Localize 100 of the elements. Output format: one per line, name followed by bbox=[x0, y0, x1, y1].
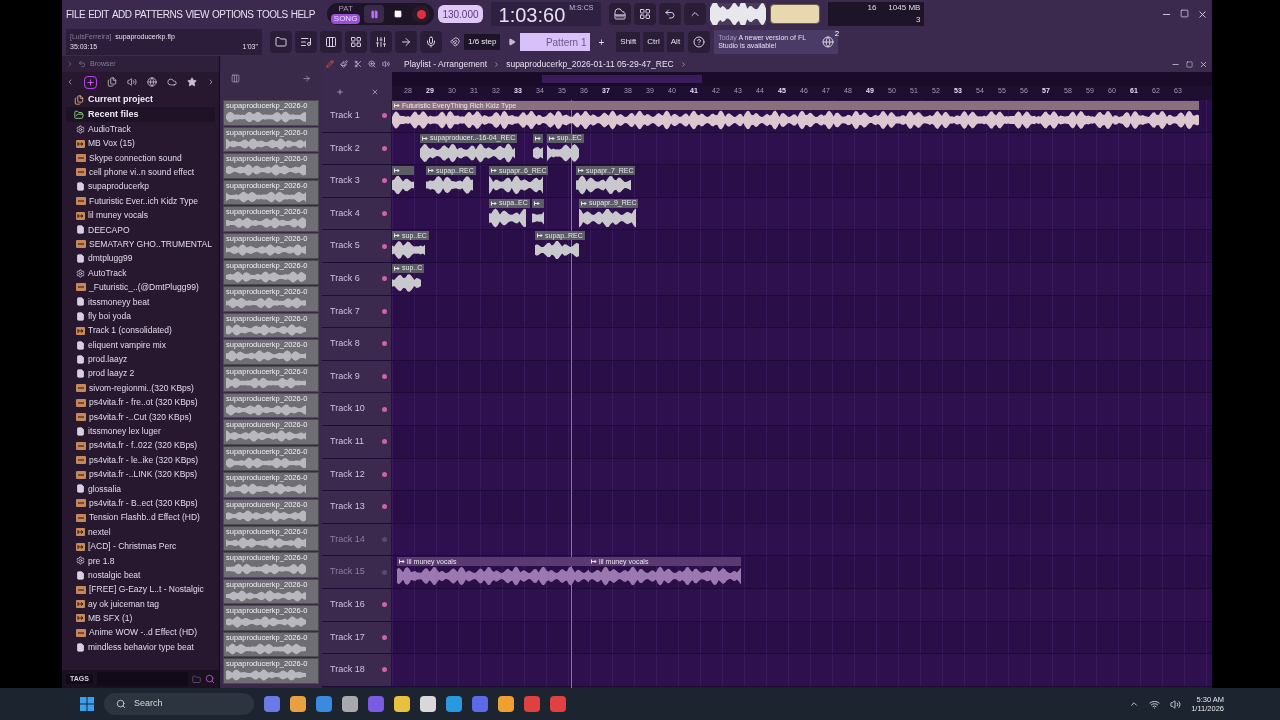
browser-item[interactable]: eliquent vampire mix bbox=[76, 337, 215, 353]
pattern-selector[interactable]: Pattern 1 bbox=[520, 33, 591, 51]
track-name[interactable]: Track 5 bbox=[330, 239, 360, 253]
menu-item[interactable]: HELP bbox=[290, 6, 315, 22]
mixer-icon[interactable] bbox=[370, 31, 392, 53]
browser-section[interactable]: Current project bbox=[66, 92, 215, 107]
browser-item[interactable]: [FREE] G-Eazy L..t - Nostalgic bbox=[76, 582, 215, 597]
volume-icon[interactable] bbox=[1170, 698, 1182, 710]
menu-item[interactable]: TOOLS bbox=[256, 6, 288, 22]
browser-item[interactable]: Anime WOW -..d Effect (HD) bbox=[76, 625, 215, 641]
scroll-right-icon[interactable] bbox=[207, 78, 215, 86]
track-mute-indicator[interactable] bbox=[382, 471, 387, 477]
modifier-key[interactable]: Shift bbox=[616, 32, 641, 52]
app-tile-icon[interactable] bbox=[342, 696, 358, 712]
menu-item[interactable]: FILE bbox=[66, 6, 86, 22]
browser-item[interactable]: Futuristic Ever..ich Kidz Type bbox=[76, 193, 215, 209]
folder-icon[interactable] bbox=[192, 674, 201, 684]
app-tile-icon[interactable] bbox=[472, 696, 488, 712]
browser-item[interactable]: lil muney vocals bbox=[76, 208, 215, 223]
restore-icon[interactable] bbox=[1180, 8, 1189, 18]
app-tile-icon[interactable] bbox=[446, 696, 462, 712]
browser-item[interactable]: MB SFX (1) bbox=[76, 611, 215, 626]
browser-item[interactable]: supaproducerkp bbox=[76, 179, 215, 194]
speaker-icon[interactable] bbox=[382, 60, 390, 68]
browser-item[interactable]: fly boi yoda bbox=[76, 309, 215, 324]
app-tile-icon[interactable] bbox=[264, 696, 280, 712]
browser-item[interactable]: cell phone vi..n sound effect bbox=[76, 165, 215, 180]
piano-keyboard-icon[interactable] bbox=[609, 3, 632, 25]
cloud-tab-icon[interactable] bbox=[167, 77, 177, 87]
files-tab-icon[interactable] bbox=[107, 77, 117, 87]
browser-item[interactable]: ps4vita.fr -..LINK (320 KBps) bbox=[76, 467, 215, 482]
taskbar-search-field[interactable]: Search bbox=[104, 693, 254, 715]
globe-tab-icon[interactable] bbox=[147, 77, 157, 87]
search-icon[interactable] bbox=[205, 674, 215, 684]
playlist-icon[interactable] bbox=[295, 31, 317, 53]
speaker-tab-icon[interactable] bbox=[127, 77, 137, 87]
plus-tab-icon[interactable] bbox=[84, 75, 97, 89]
browser-item[interactable]: Tension Flashb..d Effect (HD) bbox=[76, 510, 215, 525]
pause-button[interactable] bbox=[364, 5, 385, 23]
app-tile-icon[interactable] bbox=[524, 696, 540, 712]
track-name[interactable]: Track 2 bbox=[330, 141, 360, 156]
add-track-icon[interactable] bbox=[335, 88, 344, 96]
track-mute-indicator[interactable] bbox=[382, 276, 387, 282]
browser-item[interactable]: ps4vita.fr -..Cut (320 KBps) bbox=[76, 409, 215, 425]
track-mute-indicator[interactable] bbox=[382, 667, 387, 673]
back-icon[interactable] bbox=[78, 60, 86, 68]
add-pattern-button[interactable]: + bbox=[594, 34, 609, 50]
chevron-up-icon[interactable] bbox=[1129, 699, 1140, 709]
arrow-right-icon[interactable] bbox=[395, 31, 417, 53]
app-tile-icon[interactable] bbox=[498, 696, 514, 712]
track-name[interactable]: Track 8 bbox=[330, 337, 360, 351]
browser-item[interactable]: DEECAPO bbox=[76, 222, 215, 238]
track-mute-indicator[interactable] bbox=[382, 537, 387, 542]
pencil-icon[interactable] bbox=[326, 60, 334, 68]
maximize-icon[interactable] bbox=[1186, 60, 1193, 68]
app-tile-icon[interactable] bbox=[394, 696, 410, 712]
browser-item[interactable]: AutoTrack bbox=[76, 265, 215, 281]
browser-item[interactable]: _Futuristic_..(@DmtPlugg99) bbox=[76, 280, 215, 295]
track-mute-indicator[interactable] bbox=[382, 406, 387, 412]
zoom-icon[interactable] bbox=[368, 60, 376, 68]
browser-item[interactable]: sivom-regionmi..(320 KBps) bbox=[76, 381, 215, 396]
browser-item[interactable]: prod.laayz bbox=[76, 352, 215, 367]
menu-item[interactable]: OPTIONS bbox=[211, 6, 254, 22]
browser-item[interactable]: SEMATARY GHO..TRUMENTAL bbox=[76, 237, 215, 252]
track-mute-indicator[interactable] bbox=[382, 439, 387, 445]
app-tile-icon[interactable] bbox=[290, 696, 306, 712]
app-tile-icon[interactable] bbox=[316, 696, 332, 712]
browser-item[interactable]: glossalia bbox=[76, 481, 215, 497]
track-mute-indicator[interactable] bbox=[382, 602, 387, 608]
scissors-icon[interactable] bbox=[354, 60, 362, 68]
modifier-key[interactable]: Ctrl bbox=[643, 32, 664, 52]
record-button[interactable] bbox=[412, 5, 431, 23]
browser-item[interactable]: nextel bbox=[76, 524, 215, 540]
browser-item[interactable]: Track 1 (consolidated) bbox=[76, 323, 215, 338]
browser-item[interactable]: mindless behavior type beat bbox=[76, 640, 215, 655]
browser-section[interactable]: Recent files bbox=[66, 107, 215, 122]
play-arrow-icon[interactable] bbox=[508, 38, 517, 46]
browser-item[interactable]: ps4vita.fr - fre..ot (320 KBps) bbox=[76, 395, 215, 410]
browser-item[interactable]: ay ok juiceman tag bbox=[76, 596, 215, 612]
menu-item[interactable]: VIEW bbox=[185, 6, 209, 22]
track-name[interactable]: Track 9 bbox=[330, 369, 360, 384]
track-mute-indicator[interactable] bbox=[382, 145, 387, 151]
track-name[interactable]: Track 6 bbox=[330, 272, 360, 286]
browser-item[interactable]: MB Vox (15) bbox=[76, 136, 215, 151]
track-mute-indicator[interactable] bbox=[382, 569, 387, 575]
microphone-icon[interactable] bbox=[420, 31, 442, 53]
app-tile-icon[interactable] bbox=[420, 696, 436, 712]
windows-logo-icon[interactable] bbox=[80, 697, 94, 711]
browser-item[interactable]: AudioTrack bbox=[76, 122, 215, 137]
menu-item[interactable]: PATTERNS bbox=[134, 6, 183, 22]
close-icon[interactable] bbox=[1197, 8, 1208, 20]
track-name[interactable]: Track 4 bbox=[330, 206, 360, 221]
browser-item[interactable]: ps4vita.fr - f..022 (320 KBps) bbox=[76, 438, 215, 453]
track-mute-indicator[interactable] bbox=[382, 504, 387, 510]
browser-item[interactable]: [ACD] - Christmas Perc bbox=[76, 539, 215, 554]
mode-toggle[interactable]: SONG bbox=[330, 14, 361, 24]
browser-item[interactable]: ps4vita.fr - le..ike (320 KBps) bbox=[76, 453, 215, 468]
track-mute-indicator[interactable] bbox=[382, 243, 387, 249]
close-icon[interactable] bbox=[1199, 59, 1208, 69]
brush-icon[interactable] bbox=[340, 60, 348, 68]
